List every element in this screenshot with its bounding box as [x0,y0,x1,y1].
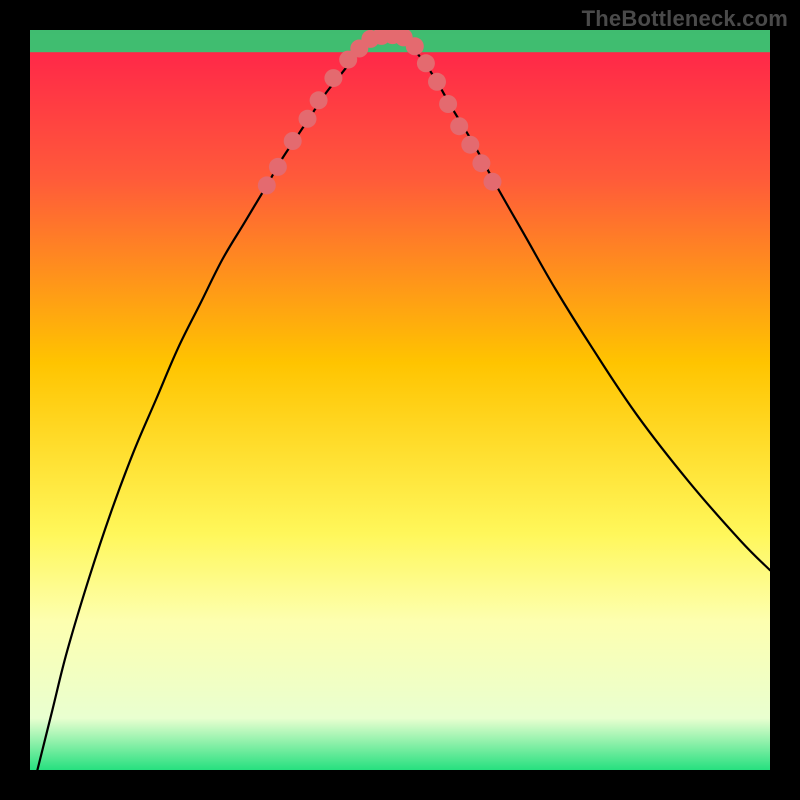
data-marker [284,132,302,150]
data-marker [406,37,424,55]
data-marker [310,91,328,109]
data-marker [472,154,490,172]
chart-frame: TheBottleneck.com [0,0,800,800]
data-marker [269,158,287,176]
gradient-background [30,30,770,770]
data-marker [484,173,502,191]
data-marker [299,110,317,128]
chart-svg [30,30,770,770]
data-marker [461,136,479,154]
plot-area [30,30,770,770]
data-marker [324,69,342,87]
watermark-label: TheBottleneck.com [582,6,788,32]
data-marker [258,176,276,194]
data-marker [450,117,468,135]
data-marker [417,54,435,72]
data-marker [439,95,457,113]
data-marker [428,73,446,91]
